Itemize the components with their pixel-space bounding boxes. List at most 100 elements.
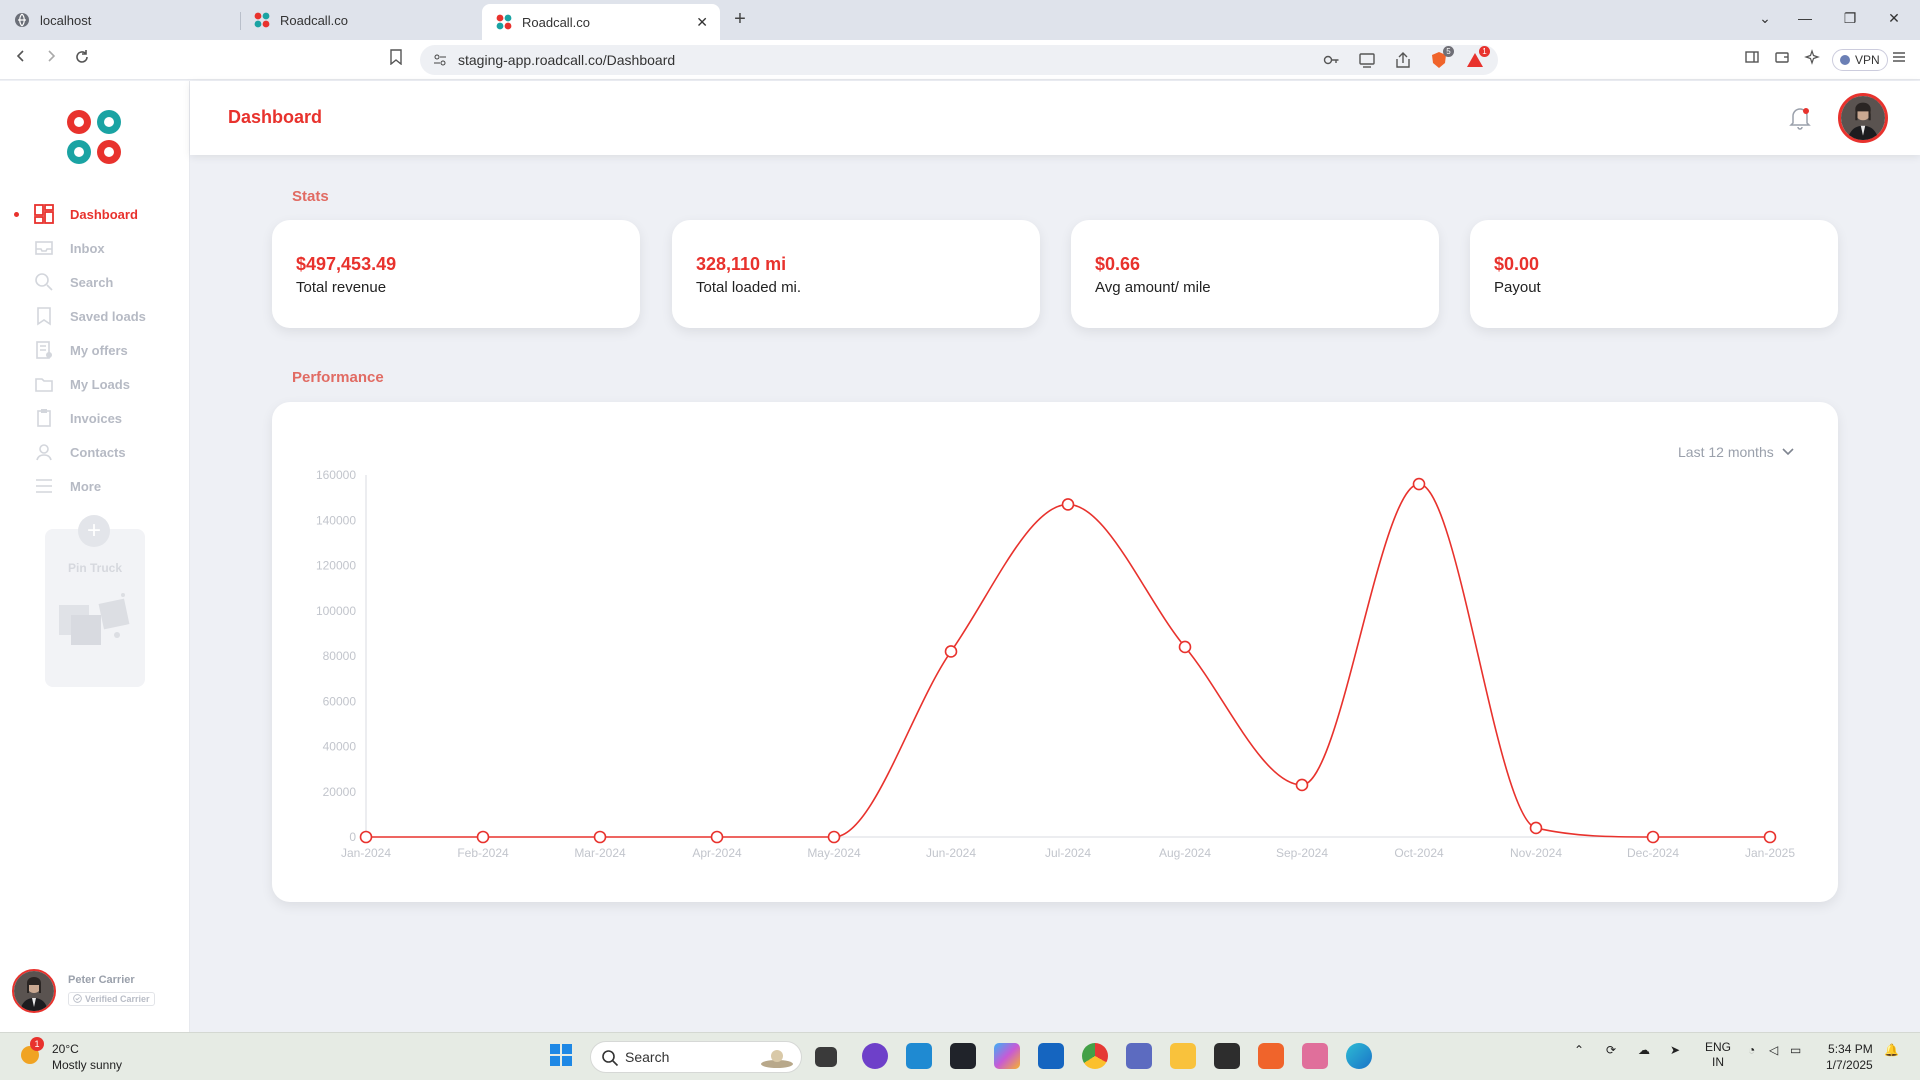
data-point [476, 830, 490, 844]
language-indicator[interactable]: ENG IN [1705, 1040, 1731, 1070]
teams-icon[interactable] [1126, 1043, 1152, 1069]
series-line [366, 483, 1770, 838]
sidebar-item-inbox[interactable]: Inbox [0, 231, 190, 265]
sync-icon[interactable]: ⟳ [1606, 1043, 1616, 1057]
battery-icon[interactable]: ▭ [1790, 1043, 1801, 1057]
y-tick-label: 80000 [323, 649, 357, 663]
tab-localhost[interactable]: localhost [0, 0, 240, 40]
sidebar-item-contacts[interactable]: Contacts [0, 435, 190, 469]
notification-bell-icon[interactable]: 🔔 [1884, 1043, 1899, 1057]
bell-icon[interactable] [1788, 105, 1812, 131]
brave-browser-icon[interactable] [1258, 1043, 1284, 1069]
x-tick-label: Oct-2024 [1394, 846, 1444, 860]
tray-overflow-icon[interactable]: ⌃ [1574, 1043, 1584, 1057]
wallet-icon[interactable] [1771, 49, 1793, 70]
range-dropdown[interactable]: Last 12 months [1678, 444, 1794, 460]
site-settings-icon[interactable] [432, 52, 448, 68]
snipping-tool-icon[interactable] [1302, 1043, 1328, 1069]
range-label: Last 12 months [1678, 444, 1774, 460]
vpn-button[interactable]: VPN [1832, 49, 1888, 71]
restore-icon[interactable]: ❐ [1840, 10, 1860, 27]
sidebar-item-more[interactable]: More [0, 469, 190, 503]
pin-truck-card[interactable]: + Pin Truck [45, 515, 145, 687]
github-desktop-icon[interactable] [862, 1043, 888, 1069]
app-sidebar: Dashboard Inbox Search Saved loads My of… [0, 81, 190, 1032]
taskbar-clock[interactable]: 5:34 PM 1/7/2025 [1826, 1041, 1873, 1073]
avatar[interactable] [1838, 93, 1888, 143]
x-tick-label: Dec-2024 [1627, 846, 1679, 860]
brave-rewards-icon[interactable]: 1 [1466, 46, 1490, 69]
address-bar-row: staging-app.roadcall.co/Dashboard 5 1 VP… [0, 40, 1920, 80]
file-explorer-icon[interactable] [1170, 1043, 1196, 1069]
wifi-icon[interactable]: ◔ [1748, 1043, 1755, 1057]
y-tick-label: 120000 [316, 559, 356, 573]
lang-top: ENG [1705, 1040, 1732, 1054]
reload-icon[interactable] [71, 49, 93, 70]
react-devtools-icon[interactable] [950, 1043, 976, 1069]
data-point [359, 830, 373, 844]
forward-icon[interactable] [40, 49, 62, 68]
sidebar-toggle-icon[interactable] [1741, 49, 1763, 70]
sidebar-item-my-offers[interactable]: My offers [0, 333, 190, 367]
new-tab-button[interactable]: + [728, 8, 752, 31]
offers-icon [34, 340, 54, 360]
leo-ai-icon[interactable] [1801, 49, 1823, 70]
current-user[interactable]: Peter Carrier Verified Carrier [12, 969, 155, 1013]
tab-roadcall-active[interactable]: Roadcall.co ✕ [482, 4, 720, 40]
x-tick-label: Sep-2024 [1276, 846, 1328, 860]
shield-count-badge: 5 [1443, 46, 1454, 57]
tab-roadcall[interactable]: Roadcall.co [240, 0, 480, 40]
chrome-icon[interactable] [1082, 1043, 1108, 1069]
verified-label: Verified Carrier [85, 993, 150, 1004]
task-view-icon[interactable] [815, 1047, 837, 1067]
performance-title: Performance [292, 369, 384, 386]
x-tick-label: Jun-2024 [926, 846, 976, 860]
search-highlight-icon [761, 1050, 793, 1068]
tab-search-icon[interactable]: ⌄ [1755, 10, 1775, 27]
brave-shield-icon[interactable]: 5 [1430, 46, 1454, 69]
terminal-icon[interactable] [1214, 1043, 1240, 1069]
clock-date: 1/7/2025 [1826, 1058, 1873, 1072]
taskbar-search-input[interactable]: Search [590, 1041, 802, 1073]
search-icon [34, 272, 54, 292]
verified-check-icon [73, 994, 82, 1004]
close-icon[interactable]: ✕ [696, 14, 708, 31]
sidebar-item-saved-loads[interactable]: Saved loads [0, 299, 190, 333]
key-icon[interactable] [1322, 51, 1340, 69]
windows-start-icon[interactable] [548, 1042, 574, 1068]
share-icon[interactable] [1394, 51, 1412, 69]
url-field[interactable]: staging-app.roadcall.co/Dashboard 5 1 [420, 45, 1498, 75]
browser-menu-icon[interactable] [1888, 49, 1910, 70]
y-tick-label: 0 [349, 830, 356, 844]
menu-icon [34, 476, 54, 496]
back-icon[interactable] [10, 49, 32, 68]
weather-temp: 20°C [52, 1042, 79, 1056]
stat-value: $497,453.49 [296, 254, 397, 274]
cast-icon[interactable] [1358, 51, 1376, 69]
sidebar-item-my-loads[interactable]: My Loads [0, 367, 190, 401]
volume-icon[interactable]: ◁ [1769, 1043, 1778, 1057]
stat-label: Total loaded mi. [696, 279, 802, 296]
sidebar-item-search[interactable]: Search [0, 265, 190, 299]
location-icon[interactable]: ➤ [1670, 1043, 1680, 1057]
copilot-icon[interactable] [994, 1043, 1020, 1069]
weather-widget[interactable]: 1 20°C Mostly sunny [18, 1036, 122, 1073]
minimize-icon[interactable]: — [1795, 10, 1815, 26]
data-point [827, 830, 841, 844]
roadcall-logo[interactable] [64, 107, 124, 167]
onedrive-icon[interactable]: ☁ [1638, 1043, 1650, 1057]
avatar[interactable] [12, 969, 56, 1013]
sidebar-item-invoices[interactable]: Invoices [0, 401, 190, 435]
vscode-icon[interactable] [906, 1043, 932, 1069]
window-close-icon[interactable]: ✕ [1884, 10, 1904, 27]
sidebar-item-dashboard[interactable]: Dashboard [0, 197, 190, 231]
stat-card-payout: $0.00 Payout [1470, 220, 1838, 328]
bookmark-icon[interactable] [385, 49, 407, 70]
edge-icon[interactable] [1346, 1043, 1372, 1069]
ms-store-icon[interactable] [1038, 1043, 1064, 1069]
stat-card-avg-amount-per-mile: $0.66 Avg amount/ mile [1071, 220, 1439, 328]
chevron-down-icon [1782, 448, 1794, 456]
plus-icon[interactable]: + [78, 515, 110, 547]
x-tick-label: May-2024 [807, 846, 861, 860]
search-icon [601, 1049, 619, 1070]
